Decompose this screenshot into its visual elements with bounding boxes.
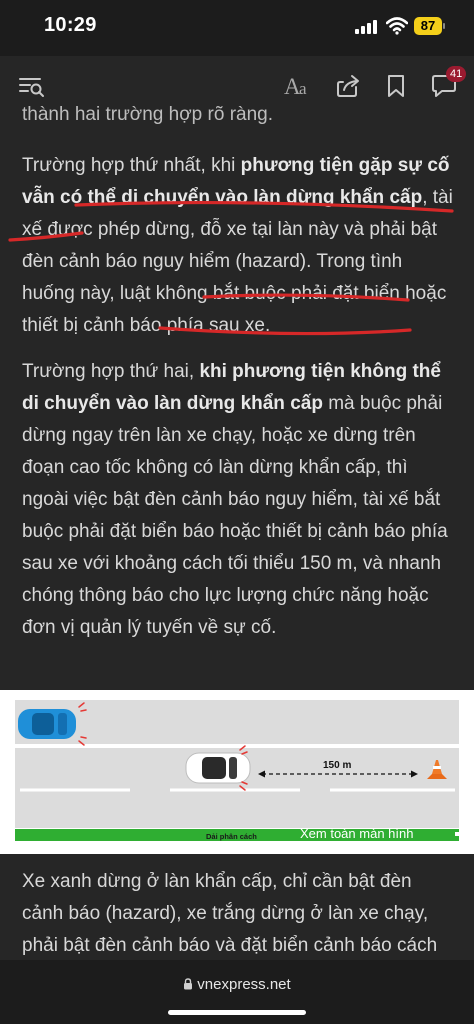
wifi-icon — [386, 17, 408, 35]
share-icon[interactable] — [334, 72, 362, 100]
fullscreen-icon — [455, 832, 459, 836]
median-label: Dải phân cách — [206, 832, 257, 841]
status-bar: 10:29 87 — [0, 0, 474, 56]
font-size-icon[interactable]: A a — [284, 72, 314, 100]
url-display[interactable]: vnexpress.net — [0, 976, 474, 993]
p2-text-2: mà buộc phải dừng ngay trên làn xe chạy,… — [22, 393, 448, 638]
article-cut-line: thành hai trường hợp rõ ràng. — [22, 104, 274, 125]
road-diagram: Dải phân cách Xem toàn màn hình 150 m — [15, 700, 459, 841]
p2-text-1: Trường hợp thứ hai, — [22, 361, 200, 382]
distance-label: 150 m — [323, 760, 351, 771]
svg-text:a: a — [299, 79, 307, 98]
article-illustration[interactable]: Dải phân cách Xem toàn màn hình 150 m — [0, 690, 474, 854]
p1-text-1: Trường hợp thứ nhất, khi — [22, 155, 241, 176]
blue-car-icon — [18, 709, 76, 739]
article-paragraph-1: Trường hợp thứ nhất, khi phương tiện gặp… — [22, 150, 454, 342]
bookmark-icon[interactable] — [382, 72, 410, 100]
article-paragraph-2: Trường hợp thứ hai, khi phương tiện khôn… — [22, 356, 454, 644]
status-time: 10:29 — [44, 14, 97, 36]
fullscreen-label: Xem toàn màn hình — [300, 826, 413, 841]
menu-search-icon[interactable] — [18, 72, 46, 100]
lock-icon — [184, 978, 193, 990]
battery-indicator: 87 — [414, 17, 442, 35]
white-car-icon — [185, 752, 251, 784]
cellular-signal-icon — [355, 20, 377, 34]
battery-tip — [443, 23, 445, 29]
url-text: vnexpress.net — [197, 976, 291, 993]
home-indicator — [168, 1010, 306, 1015]
p1-text-2: , tài xế được phép dừng, đỗ xe tại làn n… — [22, 187, 453, 336]
comment-count-badge: 41 — [446, 66, 467, 82]
